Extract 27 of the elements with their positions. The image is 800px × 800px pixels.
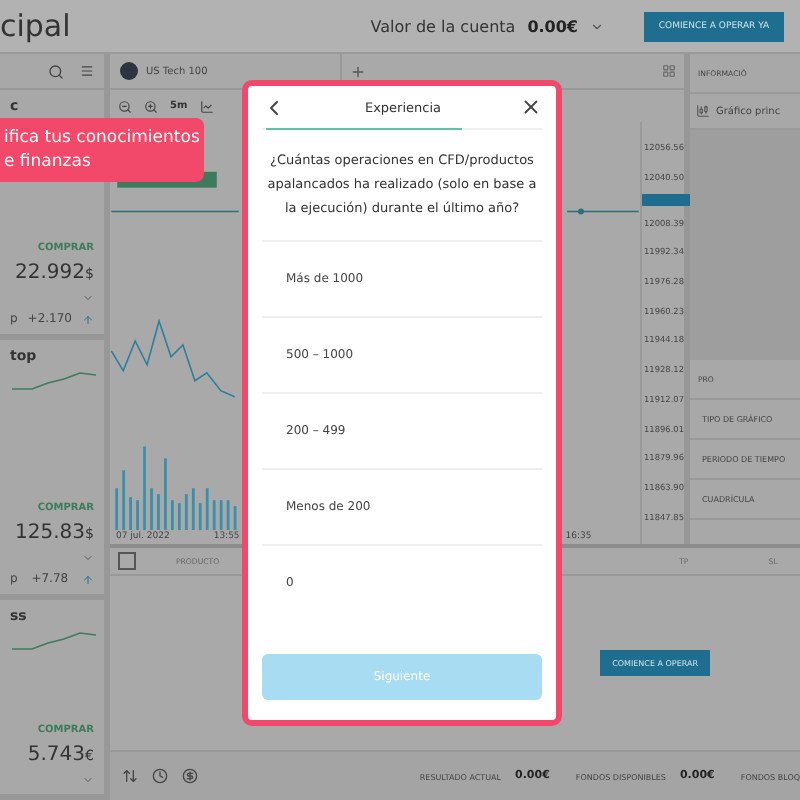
price-line bbox=[110, 318, 236, 398]
sort-icon[interactable] bbox=[122, 768, 138, 784]
arrow-up-icon bbox=[82, 313, 94, 325]
chart-icon bbox=[696, 104, 710, 118]
line-chart-icon[interactable] bbox=[199, 99, 214, 113]
close-icon[interactable] bbox=[519, 96, 542, 118]
add-tab-icon[interactable] bbox=[350, 63, 366, 79]
chevron-down-icon[interactable] bbox=[590, 19, 604, 33]
account-value-label: Valor de la cuenta bbox=[370, 17, 516, 35]
zoom-out-icon[interactable] bbox=[118, 99, 132, 113]
account-value: 0.00€ bbox=[527, 17, 578, 35]
search-icon[interactable] bbox=[48, 63, 64, 79]
current-price-marker bbox=[642, 194, 690, 206]
layout-grid-icon[interactable] bbox=[662, 64, 676, 78]
arrow-up-icon bbox=[81, 573, 94, 585]
instrument-logo-icon bbox=[120, 62, 138, 80]
sparkline-drawing bbox=[10, 372, 98, 390]
price-level-line bbox=[566, 208, 640, 215]
zoom-in-icon[interactable] bbox=[144, 99, 158, 113]
page-title: cipal bbox=[0, 8, 71, 44]
clock-icon[interactable] bbox=[152, 768, 168, 784]
select-checkbox[interactable] bbox=[118, 552, 136, 570]
tooltip-banner: ifica tus conocimientos e finanzas bbox=[0, 118, 204, 182]
dollar-icon[interactable] bbox=[182, 768, 198, 784]
sparkline-drawing bbox=[10, 632, 98, 650]
menu-icon[interactable] bbox=[80, 64, 94, 78]
price-level-line bbox=[110, 210, 240, 213]
